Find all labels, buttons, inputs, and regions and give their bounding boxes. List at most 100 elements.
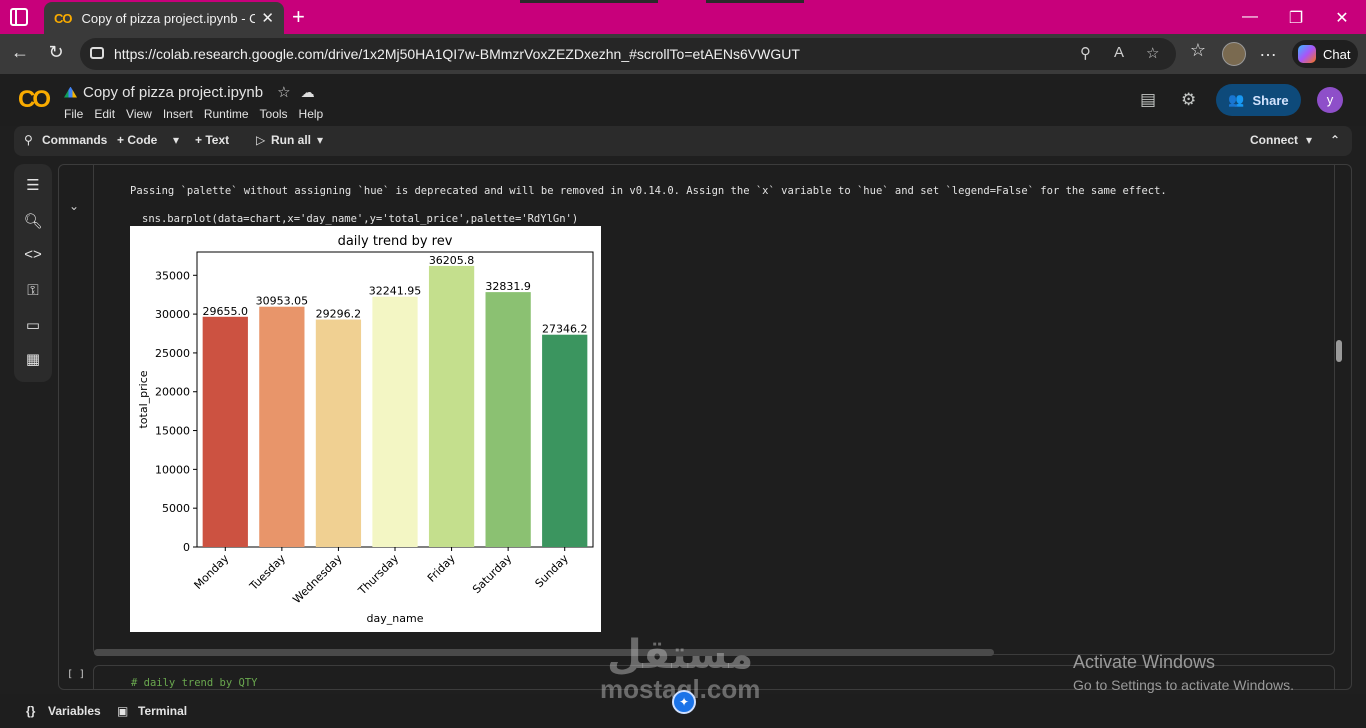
- notebook-area: ⌄ Passing `palette` without assigning `h…: [58, 164, 1352, 690]
- read-aloud-icon[interactable]: A: [1114, 44, 1124, 61]
- browser-profile-avatar[interactable]: [1222, 42, 1246, 66]
- y-tick-label: 30000: [155, 308, 190, 321]
- favorites-icon[interactable]: ☆: [1186, 40, 1210, 61]
- x-tick-label: Thursday: [355, 552, 401, 598]
- menu-insert[interactable]: Insert: [163, 107, 193, 121]
- menu-bar: File Edit View Insert Runtime Tools Help: [64, 107, 323, 121]
- copilot-icon: [1298, 45, 1316, 63]
- bar: [485, 292, 531, 547]
- close-window-icon[interactable]: ✕: [1332, 8, 1352, 28]
- cell-output: Passing `palette` without assigning `hue…: [93, 165, 1335, 656]
- settings-gear-icon[interactable]: ⚙: [1181, 90, 1196, 110]
- bar: [315, 319, 362, 547]
- bar-value-label: 29296.2: [316, 308, 362, 321]
- data-table-icon[interactable]: ▦: [23, 350, 43, 368]
- people-icon: 👥: [1228, 92, 1245, 107]
- vertical-scrollbar[interactable]: [1336, 340, 1342, 362]
- table-of-contents-icon[interactable]: ☰: [23, 176, 43, 194]
- back-icon[interactable]: ←: [8, 42, 32, 63]
- user-avatar[interactable]: y: [1317, 87, 1343, 113]
- bar-value-label: 27346.2: [542, 323, 588, 336]
- menu-help[interactable]: Help: [299, 107, 324, 121]
- run-all-button[interactable]: Run all: [271, 133, 311, 147]
- tab-actions-icon[interactable]: [10, 8, 28, 26]
- cell-run-bracket[interactable]: [ ]: [67, 669, 85, 680]
- horizontal-scrollbar[interactable]: [94, 649, 994, 656]
- refresh-icon[interactable]: ↻: [44, 42, 68, 63]
- code-snippets-icon[interactable]: <>: [23, 246, 43, 264]
- play-icon: ▷: [256, 133, 266, 147]
- y-tick-label: 5000: [162, 502, 190, 515]
- x-tick-label: Monday: [191, 552, 231, 592]
- url-bar[interactable]: https://colab.research.google.com/drive/…: [80, 38, 1176, 70]
- x-tick-label: Wednesday: [290, 552, 345, 607]
- collapse-output-chevron-icon[interactable]: ⌄: [69, 199, 79, 213]
- menu-edit[interactable]: Edit: [94, 107, 115, 121]
- add-code-button[interactable]: + Code: [117, 133, 157, 147]
- x-tick-label: Saturday: [470, 552, 515, 597]
- bar-value-label: 30953.05: [256, 295, 309, 308]
- notebook-title-row: Copy of pizza project.ipynb ☆ ☁: [64, 83, 315, 101]
- find-replace-icon[interactable]: 🔍︎: [23, 212, 43, 230]
- add-text-button[interactable]: + Text: [195, 133, 229, 147]
- url-text[interactable]: https://colab.research.google.com/drive/…: [114, 46, 800, 62]
- variables-button[interactable]: Variables: [48, 704, 101, 718]
- variables-icon: {}: [26, 704, 36, 718]
- x-tick-label: Tuesday: [246, 552, 288, 594]
- favorite-star-icon[interactable]: ☆: [1146, 44, 1159, 62]
- y-tick-label: 10000: [155, 463, 190, 476]
- share-label: Share: [1252, 92, 1289, 108]
- y-tick-label: 0: [183, 541, 190, 554]
- menu-file[interactable]: File: [64, 107, 83, 121]
- new-tab-icon[interactable]: +: [292, 4, 305, 30]
- browser-tab[interactable]: CO Copy of pizza project.ipynb - Cola ✕: [44, 2, 284, 34]
- titlebar-decoration: [706, 0, 804, 3]
- connect-button[interactable]: Connect: [1250, 133, 1298, 147]
- bar-chart-svg: daily trend by rev 0 5000 10000 15000 20000 25…: [137, 234, 594, 625]
- secrets-key-icon[interactable]: ⚿: [23, 282, 43, 300]
- colab-logo[interactable]: CO: [18, 86, 51, 114]
- y-axis-label: total_price: [137, 370, 150, 428]
- share-button[interactable]: 👥 Share: [1216, 84, 1301, 116]
- y-tick-label: 20000: [155, 386, 190, 399]
- collapse-header-chevron-icon[interactable]: ⌃: [1330, 133, 1340, 147]
- terminal-button[interactable]: Terminal: [138, 704, 187, 718]
- run-all-chevron-icon[interactable]: ▾: [317, 133, 323, 147]
- zoom-icon[interactable]: ⚲: [1080, 44, 1091, 62]
- colab-header: CO Copy of pizza project.ipynb ☆ ☁ File …: [0, 74, 1366, 126]
- y-tick-label: 15000: [155, 425, 190, 438]
- files-folder-icon[interactable]: ▭: [23, 316, 43, 334]
- restore-icon[interactable]: ❐: [1286, 8, 1306, 28]
- copilot-chat-button[interactable]: Chat: [1292, 40, 1358, 68]
- notebook-title[interactable]: Copy of pizza project.ipynb: [83, 84, 263, 101]
- tab-title: Copy of pizza project.ipynb - Cola: [81, 10, 256, 26]
- mostaql-arabic: مستقل: [607, 633, 754, 677]
- titlebar-decoration: [520, 0, 658, 3]
- x-axis-label: day_name: [367, 612, 424, 625]
- chart-title: daily trend by rev: [338, 234, 453, 249]
- menu-view[interactable]: View: [126, 107, 152, 121]
- commands-button[interactable]: Commands: [42, 133, 107, 147]
- connect-chevron-icon[interactable]: ▾: [1306, 133, 1312, 147]
- x-tick-label: Friday: [425, 552, 458, 585]
- gemini-sparkle-icon[interactable]: ✦: [672, 690, 696, 714]
- bar: [372, 296, 418, 547]
- comments-icon[interactable]: ▤: [1140, 90, 1156, 110]
- activate-windows-watermark: Activate Windows Go to Settings to activ…: [1073, 652, 1294, 693]
- minimize-icon[interactable]: —: [1240, 8, 1260, 26]
- star-icon[interactable]: ☆: [277, 83, 290, 101]
- menu-tools[interactable]: Tools: [260, 107, 288, 121]
- more-icon[interactable]: …: [1256, 40, 1280, 61]
- deprecation-warning: Passing `palette` without assigning `hue…: [130, 185, 1167, 197]
- code-dropdown-chevron-icon[interactable]: ▾: [173, 133, 179, 147]
- close-icon[interactable]: ✕: [261, 9, 274, 27]
- left-side-rail: ☰ 🔍︎ <> ⚿ ▭ ▦: [14, 164, 52, 382]
- x-tick-label: Sunday: [533, 552, 572, 591]
- menu-runtime[interactable]: Runtime: [204, 107, 249, 121]
- y-tick-label: 25000: [155, 347, 190, 360]
- activate-subtitle: Go to Settings to activate Windows.: [1073, 677, 1294, 693]
- activate-title: Activate Windows: [1073, 652, 1216, 672]
- cloud-sync-icon[interactable]: ☁: [301, 84, 315, 101]
- bar: [542, 334, 588, 547]
- drive-icon: [64, 86, 77, 98]
